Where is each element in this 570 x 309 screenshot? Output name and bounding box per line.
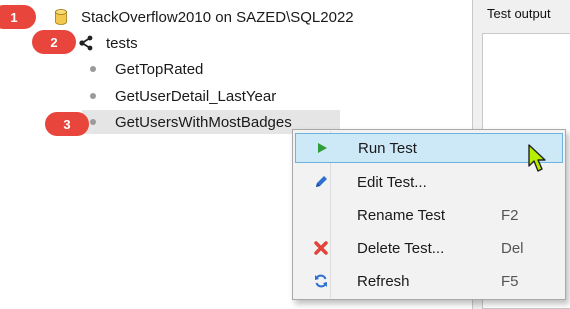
menu-item-edit-test[interactable]: Edit Test... bbox=[295, 167, 563, 197]
schema-label: tests bbox=[106, 34, 138, 52]
menu-item-rename-test[interactable]: Rename Test F2 bbox=[295, 200, 563, 230]
database-label: StackOverflow2010 on SAZED\SQL2022 bbox=[81, 8, 354, 26]
mouse-cursor-icon bbox=[528, 144, 546, 172]
menu-item-delete-test[interactable]: Delete Test... Del bbox=[295, 233, 563, 263]
context-menu: Run Test Edit Test... Rename Test F2 Del… bbox=[292, 129, 566, 300]
annotation-badge-1: 1 bbox=[0, 5, 36, 29]
test-label: GetUserDetail_LastYear bbox=[115, 87, 277, 105]
test-label: GetTopRated bbox=[115, 60, 204, 78]
menu-item-label: Rename Test bbox=[357, 206, 446, 224]
menu-item-shortcut: Del bbox=[501, 239, 524, 257]
tree-node-schema[interactable]: tests bbox=[78, 31, 138, 55]
menu-item-shortcut: F2 bbox=[501, 206, 519, 224]
menu-item-label: Run Test bbox=[358, 139, 417, 157]
refresh-icon bbox=[313, 273, 329, 289]
database-icon bbox=[55, 9, 67, 25]
bullet-icon bbox=[90, 66, 96, 72]
test-output-title: Test output bbox=[487, 6, 551, 21]
test-label: GetUsersWithMostBadges bbox=[115, 113, 292, 131]
bullet-icon bbox=[90, 93, 96, 99]
annotation-badge-2: 2 bbox=[32, 30, 76, 54]
tree-node-database[interactable]: StackOverflow2010 on SAZED\SQL2022 bbox=[55, 5, 354, 29]
tree-item-test[interactable]: GetTopRated bbox=[90, 57, 203, 81]
menu-item-refresh[interactable]: Refresh F5 bbox=[295, 266, 563, 296]
tree-item-test[interactable]: GetUserDetail_LastYear bbox=[90, 84, 276, 108]
menu-item-shortcut: F5 bbox=[501, 272, 519, 290]
menu-item-label: Edit Test... bbox=[357, 173, 427, 191]
annotation-badge-3: 3 bbox=[45, 112, 89, 136]
menu-item-run-test[interactable]: Run Test bbox=[295, 133, 563, 163]
pencil-icon bbox=[313, 174, 329, 190]
bullet-icon bbox=[90, 119, 96, 125]
delete-x-icon bbox=[313, 240, 329, 256]
play-icon bbox=[314, 140, 330, 156]
menu-item-label: Refresh bbox=[357, 272, 410, 290]
share-icon bbox=[79, 35, 93, 51]
menu-item-label: Delete Test... bbox=[357, 239, 445, 257]
